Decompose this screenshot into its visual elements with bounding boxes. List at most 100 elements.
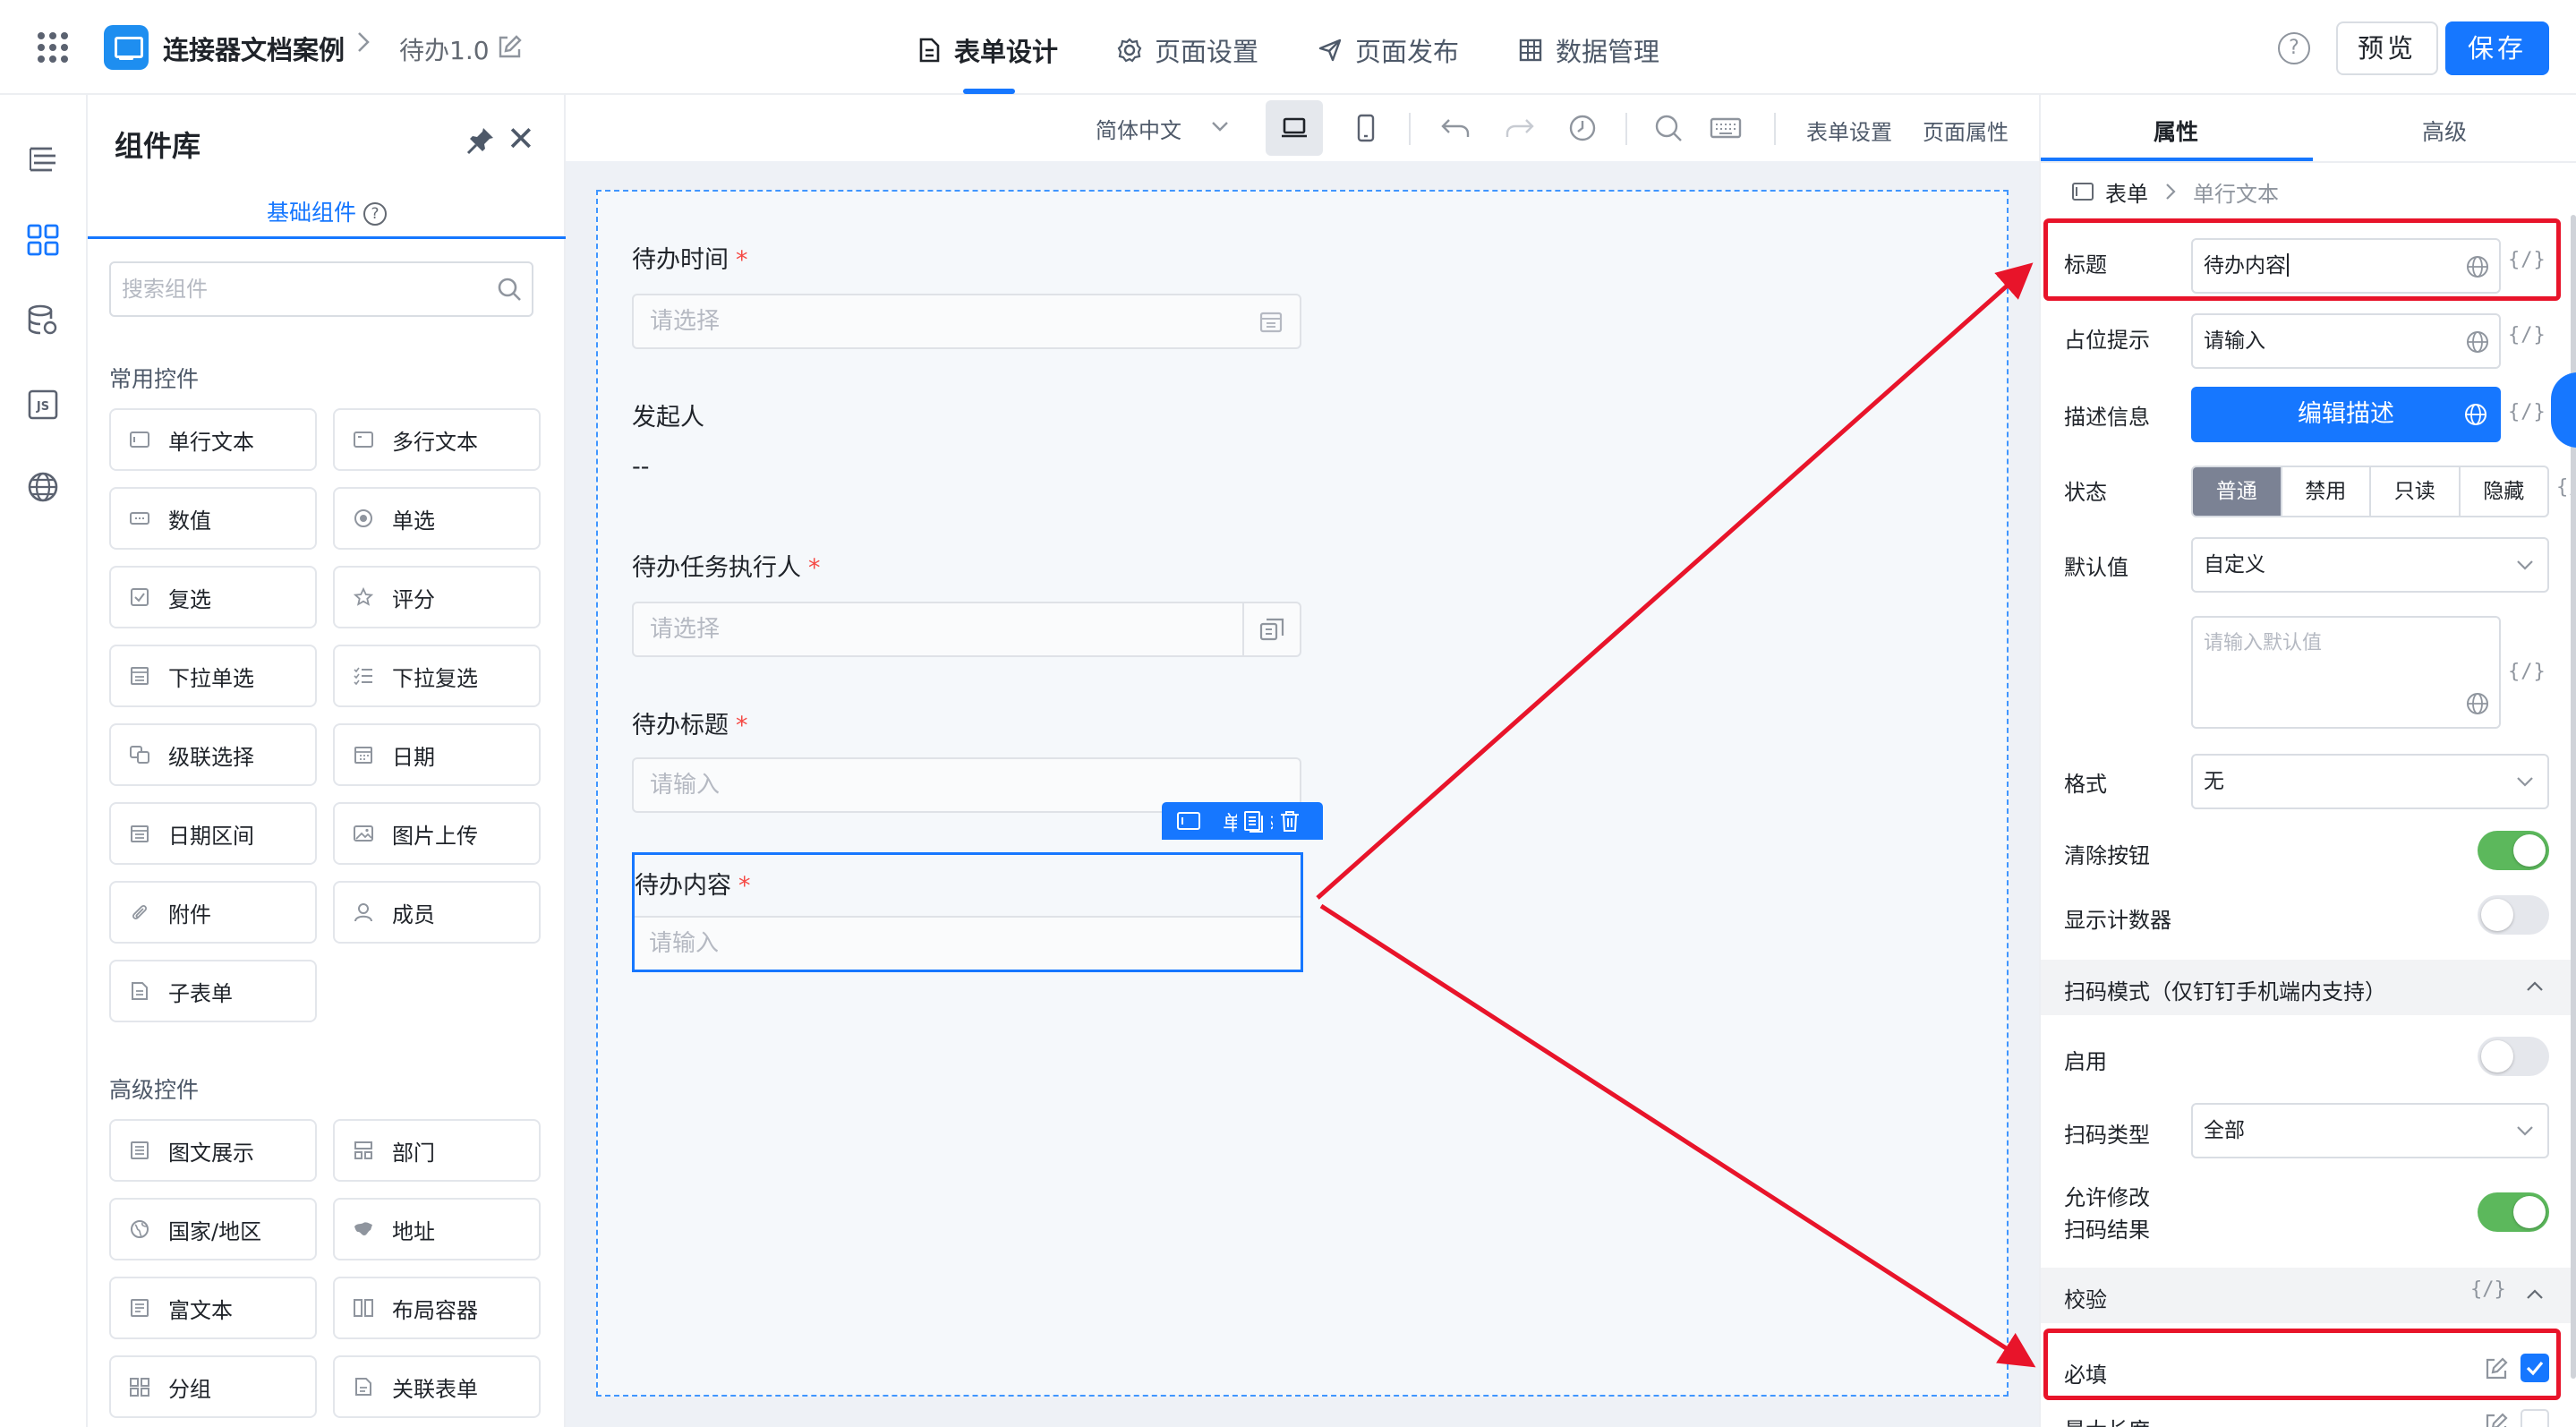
component-dropdown-single[interactable]: 下拉单选 — [109, 645, 317, 707]
component-label: 下拉单选 — [168, 665, 254, 691]
mobile-view-button[interactable] — [1337, 100, 1395, 156]
component-rating[interactable]: 评分 — [333, 566, 541, 628]
globe-icon[interactable] — [25, 469, 61, 505]
page-properties-link[interactable]: 页面属性 — [1923, 115, 2009, 146]
history-button[interactable] — [1554, 100, 1611, 156]
component-address[interactable]: 地址 — [333, 1198, 541, 1260]
edit-rule-icon[interactable] — [2483, 1411, 2510, 1427]
language-select[interactable]: 简体中文 — [1096, 113, 1181, 144]
component-member[interactable]: 成员 — [333, 881, 541, 944]
outline-tree-icon[interactable] — [25, 141, 61, 177]
format-select[interactable]: 无 — [2191, 754, 2549, 809]
component-subform[interactable]: 子表单 — [109, 960, 317, 1022]
tab-properties[interactable]: 属性 — [2154, 115, 2198, 147]
component-search-input[interactable] — [109, 261, 533, 317]
component-dropdown-multi[interactable]: 下拉复选 — [333, 645, 541, 707]
scan-mode-section[interactable]: 扫码模式（仅钉钉手机端内支持） — [2041, 960, 2576, 1015]
annotation-highlight-title — [2043, 218, 2561, 301]
chevron-down-icon[interactable] — [1207, 113, 1233, 140]
component-related-form[interactable]: 关联表单 — [333, 1355, 541, 1418]
pin-icon[interactable] — [465, 125, 496, 156]
app-grid-icon[interactable] — [38, 32, 68, 63]
component-rich-display[interactable]: 图文展示 — [109, 1119, 317, 1182]
due-time-date-input[interactable]: 请选择 — [632, 294, 1301, 349]
show-counter-toggle[interactable] — [2478, 895, 2549, 935]
data-source-icon[interactable] — [25, 303, 61, 338]
placeholder-input[interactable]: 请输入 — [2191, 313, 2501, 369]
globe-icon[interactable] — [2465, 329, 2490, 355]
app-name[interactable]: 连接器文档案例 — [163, 30, 345, 67]
field-label-todo-content: 待办内容 * — [635, 872, 751, 900]
globe-icon[interactable] — [2465, 691, 2490, 716]
component-date[interactable]: 日期 — [333, 723, 541, 786]
assignee-member-input[interactable]: 请选择 — [632, 602, 1301, 657]
validation-section[interactable]: 校验 {/} — [2041, 1268, 2576, 1323]
scan-enable-toggle[interactable] — [2478, 1037, 2549, 1076]
state-normal[interactable]: 普通 — [2193, 467, 2282, 516]
undo-button[interactable] — [1427, 100, 1484, 156]
globe-icon[interactable] — [2463, 402, 2488, 427]
component-cascade[interactable]: 级联选择 — [109, 723, 317, 786]
component-multi-line-text[interactable]: 多行文本 — [333, 408, 541, 471]
redo-button[interactable] — [1491, 100, 1548, 156]
save-button[interactable]: 保存 — [2445, 21, 2549, 75]
tab-page-publish[interactable]: 页面发布 — [1318, 32, 1459, 68]
help-icon[interactable]: ? — [363, 202, 387, 226]
variable-binding-button[interactable]: {/} — [2508, 661, 2546, 683]
article-icon — [131, 1141, 149, 1159]
help-icon[interactable]: ? — [2278, 32, 2310, 64]
page-name[interactable]: 待办1.0 — [399, 31, 490, 67]
selected-field-todo-content[interactable]: 待办内容 * 请输入 — [632, 852, 1303, 972]
js-code-icon[interactable]: JS — [25, 387, 61, 423]
component-date-range[interactable]: 日期区间 — [109, 802, 317, 865]
preview-button[interactable]: 预览 — [2336, 21, 2438, 75]
breadcrumb-form[interactable]: 表单 — [2105, 176, 2148, 208]
tab-basic-components[interactable]: 基础组件? — [88, 195, 566, 227]
variable-binding-button[interactable]: {/} — [2470, 1278, 2506, 1301]
search-button[interactable] — [1640, 100, 1697, 156]
state-disabled[interactable]: 禁用 — [2282, 467, 2371, 516]
group-icon — [130, 1378, 149, 1397]
todo-content-input[interactable]: 请输入 — [635, 916, 1301, 970]
desktop-view-button[interactable] — [1266, 100, 1323, 156]
components-icon[interactable] — [25, 222, 61, 258]
component-attachment[interactable]: 附件 — [109, 881, 317, 944]
form-settings-link[interactable]: 表单设置 — [1806, 115, 1892, 146]
delete-component-button[interactable] — [1273, 802, 1307, 840]
default-value-placeholder: 请输入默认值 — [2204, 632, 2323, 654]
form-canvas[interactable]: 待办时间 * 请选择 发起人 -- 待办任务执行人 * 请选择 待办标题 * 请输入 … — [596, 190, 2009, 1397]
component-image-upload[interactable]: 图片上传 — [333, 802, 541, 865]
copy-component-button[interactable] — [1237, 802, 1271, 840]
component-layout-container[interactable]: 布局容器 — [333, 1277, 541, 1339]
component-country-region[interactable]: 国家/地区 — [109, 1198, 317, 1260]
default-value-select[interactable]: 自定义 — [2191, 537, 2549, 593]
edit-description-button[interactable]: 编辑描述 — [2191, 387, 2501, 442]
component-checkbox[interactable]: 复选 — [109, 566, 317, 628]
component-single-line-text[interactable]: 单行文本 — [109, 408, 317, 471]
tab-advanced[interactable]: 高级 — [2422, 115, 2467, 147]
component-radio[interactable]: 单选 — [333, 487, 541, 550]
state-segmented-control: 普通 禁用 只读 隐藏 — [2191, 466, 2549, 517]
variable-binding-button[interactable]: {/} — [2508, 401, 2546, 423]
close-icon[interactable]: ✕ — [507, 122, 535, 156]
tab-form-design[interactable]: 表单设计 — [917, 32, 1058, 68]
component-number[interactable]: 数值 — [109, 487, 317, 550]
edit-name-icon[interactable] — [496, 34, 523, 61]
state-hidden[interactable]: 隐藏 — [2461, 467, 2548, 516]
clear-button-toggle[interactable] — [2478, 831, 2549, 870]
allow-edit-scan-toggle[interactable] — [2478, 1192, 2549, 1232]
member-picker-button[interactable] — [1242, 603, 1300, 655]
component-rich-text[interactable]: 富文本 — [109, 1277, 317, 1339]
scan-type-select[interactable]: 全部 — [2191, 1103, 2549, 1158]
field-label-todo-title: 待办标题 * — [632, 712, 748, 739]
component-group[interactable]: 分组 — [109, 1355, 317, 1418]
max-length-checkbox[interactable] — [2521, 1409, 2549, 1427]
tab-page-settings[interactable]: 页面设置 — [1117, 32, 1258, 68]
shortcut-button[interactable] — [1697, 100, 1754, 156]
tab-data-management[interactable]: 数据管理 — [1518, 32, 1659, 68]
default-value-textarea[interactable]: 请输入默认值 — [2191, 616, 2501, 729]
variable-binding-button[interactable]: {/} — [2508, 324, 2546, 346]
component-department[interactable]: 部门 — [333, 1119, 541, 1182]
state-readonly[interactable]: 只读 — [2371, 467, 2461, 516]
search-icon[interactable] — [496, 276, 523, 303]
